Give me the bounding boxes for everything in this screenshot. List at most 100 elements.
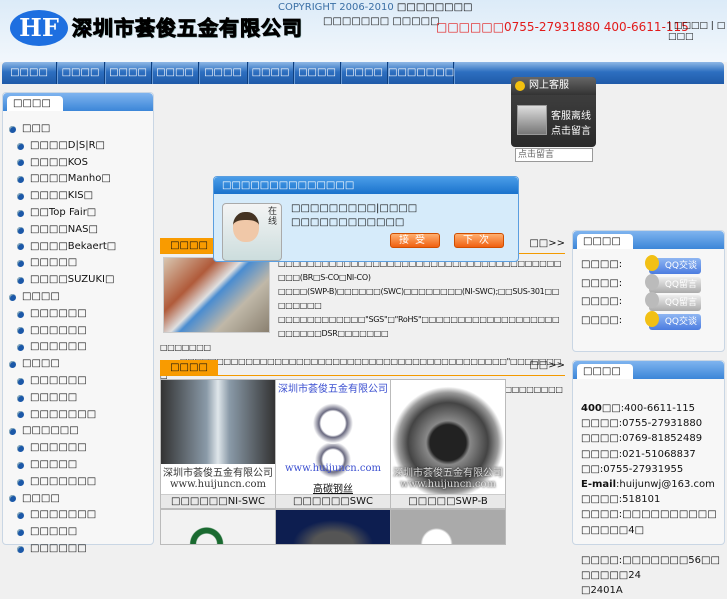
category-label[interactable]: □□Top Fair□ — [30, 205, 96, 222]
category-label[interactable]: □□□□NAS□ — [30, 222, 98, 239]
category-label[interactable]: □□□□□□ — [30, 440, 87, 457]
about-more-link[interactable]: □□>> — [529, 238, 565, 249]
category-label[interactable]: □□□ — [22, 121, 50, 138]
nav-item[interactable]: □□□□ — [294, 62, 341, 84]
product-caption[interactable]: □□□□□□NI-SWC — [161, 494, 275, 508]
product-image: 深圳市荟俊五金有限公司 www.huijuncn.com — [391, 380, 505, 494]
category-item[interactable]: □□□□Manho□ — [9, 171, 153, 188]
category-item[interactable]: □□□ — [9, 121, 153, 138]
nav-item[interactable]: □□□□ — [341, 62, 388, 84]
category-item[interactable]: □□□□KOS — [9, 155, 153, 172]
category-item[interactable]: □□□□□□□ — [9, 474, 153, 491]
category-label[interactable]: □□□□□□□ — [30, 507, 96, 524]
category-item[interactable]: □□Top Fair□ — [9, 205, 153, 222]
category-label[interactable]: □□□□□□ — [22, 423, 79, 440]
category-item[interactable]: □□□□□□ — [9, 306, 153, 323]
product-card[interactable]: 深圳市荟俊五金有限公司 www.huijuncn.com □□□□□SWP-B — [390, 379, 506, 509]
product-caption[interactable]: □□□□□SWP-B — [391, 494, 505, 508]
category-label[interactable]: □□□□□ — [30, 457, 77, 474]
category-item[interactable]: □□□□ — [9, 289, 153, 306]
nav-item[interactable]: □□□□ — [199, 62, 248, 84]
company-logo-text[interactable]: 深圳市荟俊五金有限公司 — [72, 12, 303, 41]
bullet-icon — [9, 495, 16, 503]
product-card[interactable] — [160, 509, 276, 545]
category-label[interactable]: □□□□□□ — [30, 373, 87, 390]
bullet-icon — [17, 545, 24, 553]
category-item[interactable]: □□□□D|S|R□ — [9, 138, 153, 155]
category-label[interactable]: □□□□□□ — [30, 323, 87, 340]
category-item[interactable]: □□□□□□ — [9, 339, 153, 356]
leave-message-link[interactable]: 点击留言 — [551, 122, 591, 137]
product-card[interactable] — [275, 509, 391, 545]
nav-item[interactable]: □□□□ — [2, 62, 57, 84]
service-avatar — [517, 105, 547, 135]
product-card[interactable]: 深圳市荟俊五金有限公司 www.huijuncn.com □□□□□□NI-SWC — [160, 379, 276, 509]
category-label[interactable]: □□□□□□ — [30, 541, 87, 558]
bullet-icon — [17, 159, 24, 167]
category-item[interactable]: □□□□□□□ — [9, 507, 153, 524]
bullet-icon — [17, 327, 24, 335]
category-label[interactable]: □□□□□□□ — [30, 474, 96, 491]
qq-chat-button[interactable]: QQ交谈 — [645, 310, 701, 330]
contact-key: □□□□ — [581, 509, 619, 521]
category-item[interactable]: □□□□□□□ — [9, 407, 153, 424]
nav-item[interactable]: □□□□□□□ — [388, 62, 454, 84]
category-item[interactable]: □□□□□ — [9, 524, 153, 541]
category-item[interactable]: □□□□□□ — [9, 541, 153, 558]
qq-panel-title: □□□□ — [577, 234, 633, 249]
category-item[interactable]: □□□□ — [9, 491, 153, 508]
nav-item[interactable]: □□□□ — [248, 62, 294, 84]
accept-button[interactable]: 接受 — [390, 233, 440, 248]
category-item[interactable]: □□□□ — [9, 356, 153, 373]
leave-message-input[interactable]: 点击留言 — [515, 148, 593, 162]
contact-line: E-mail:huijunwj@163.com — [581, 477, 721, 492]
product-card[interactable]: 深圳市荟俊五金有限公司 www.huijuncn.com 高碳钢丝 □□□□□□… — [275, 379, 391, 509]
category-item[interactable]: □□□□□ — [9, 390, 153, 407]
category-item[interactable]: □□□□KIS□ — [9, 188, 153, 205]
category-label[interactable]: □□□□□ — [30, 524, 77, 541]
category-label[interactable]: □□□□KIS□ — [30, 188, 93, 205]
category-item[interactable]: □□□□NAS□ — [9, 222, 153, 239]
category-label[interactable]: □□□□□□ — [30, 306, 87, 323]
category-item[interactable]: □□□□Bekaert□ — [9, 239, 153, 256]
category-item[interactable]: □□□□□ — [9, 457, 153, 474]
category-label[interactable]: □□□□□□□ — [30, 407, 96, 424]
contact-line: □□□□:□□□□□□□□□□□□□□□4□ — [581, 507, 721, 537]
products-more-link[interactable]: □□>> — [529, 360, 565, 371]
main-nav: □□□□ □□□□ □□□□ □□□□ □□□□ □□□□ □□□□ □□□□ … — [2, 62, 724, 84]
top-link[interactable]: □□□□ — [674, 21, 708, 31]
category-label[interactable]: □□□□ — [22, 289, 60, 306]
nav-item[interactable]: □□□□ — [57, 62, 105, 84]
nav-item[interactable]: □□□□ — [105, 62, 152, 84]
qq-chat-button[interactable]: QQ留言 — [645, 273, 701, 293]
category-menu: □□□ □□□□D|S|R□ □□□□KOS □□□□Manho□ □□□□KIS□ □□… — [3, 111, 153, 558]
category-label[interactable]: □□□□D|S|R□ — [30, 138, 105, 155]
nav-item[interactable]: □□□□ — [152, 62, 199, 84]
next-time-button[interactable]: 下次 — [454, 233, 504, 248]
bullet-icon — [17, 445, 24, 453]
category-label[interactable]: □□□□KOS — [30, 155, 88, 172]
category-item[interactable]: □□□□SUZUKI□ — [9, 272, 153, 289]
category-label[interactable]: □□□□SUZUKI□ — [30, 272, 114, 289]
category-item[interactable]: □□□□□□ — [9, 423, 153, 440]
qq-row-label: □□□□: — [581, 259, 623, 270]
category-label[interactable]: □□□□□ — [30, 390, 77, 407]
category-label[interactable]: □□□□Manho□ — [30, 171, 111, 188]
product-card[interactable] — [390, 509, 506, 545]
category-label[interactable]: □□□□ — [22, 356, 60, 373]
qq-chat-button[interactable]: QQ交谈 — [645, 255, 701, 274]
category-label[interactable]: □□□□□□ — [30, 339, 87, 356]
product-caption[interactable]: □□□□□□SWC — [276, 494, 390, 508]
category-item[interactable]: □□□□□□ — [9, 440, 153, 457]
bullet-icon — [17, 226, 24, 234]
category-item[interactable]: □□□□□□ — [9, 373, 153, 390]
category-label[interactable]: □□□□ — [22, 491, 60, 508]
qq-chat-button[interactable]: QQ留言 — [645, 292, 701, 311]
logo-icon[interactable]: HF — [10, 10, 68, 46]
online-service-widget[interactable]: 网上客服 客服离线 点击留言 — [511, 77, 596, 147]
category-item[interactable]: □□□□□□ — [9, 323, 153, 340]
category-label[interactable]: □□□□Bekaert□ — [30, 239, 116, 256]
category-label[interactable]: □□□□□ — [30, 255, 77, 272]
category-item[interactable]: □□□□□ — [9, 255, 153, 272]
popup-title: □□□□□□□□□□□□□□ — [214, 177, 518, 194]
